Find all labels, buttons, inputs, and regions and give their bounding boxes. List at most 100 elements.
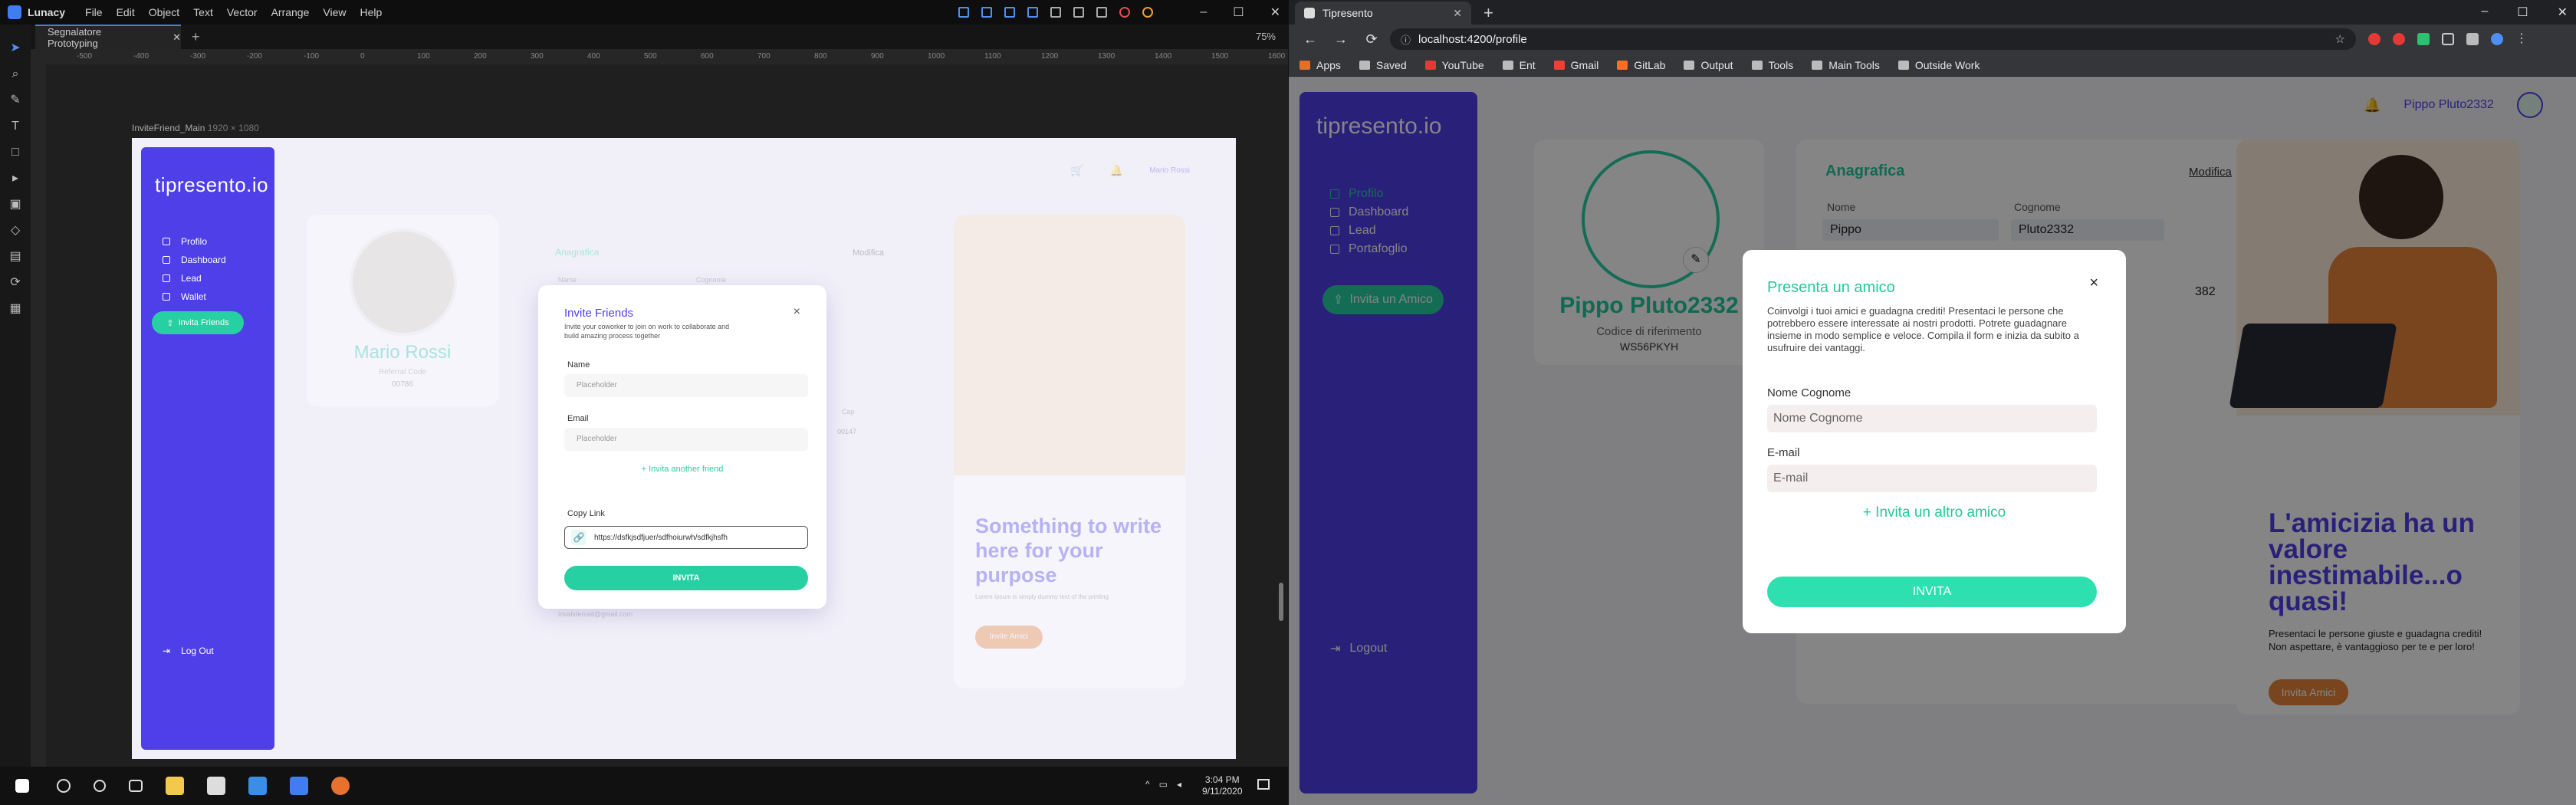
artboard[interactable]: tipresento.io Profilo Dashboard Lead Wal…	[132, 138, 1236, 759]
dark-mode-icon[interactable]	[1096, 7, 1107, 18]
artboard-label[interactable]: InviteFriend_Main 1920 × 1080	[132, 123, 259, 133]
chevron-up-icon[interactable]: ^	[1145, 779, 1150, 790]
component-tool-icon[interactable]: ◇	[8, 224, 22, 238]
notification-icon[interactable]	[1119, 7, 1130, 18]
chrome-toolbar: ← → ⟳ ⓘ localhost:4200/profile ☆ ⋮	[1289, 25, 2576, 54]
windows-start-icon[interactable]	[15, 779, 29, 793]
forward-icon[interactable]: →	[1332, 31, 1350, 48]
network-icon[interactable]: ▭	[1159, 779, 1168, 790]
design-referral-label: Referral Code	[378, 368, 427, 376]
address-bar[interactable]: ⓘ localhost:4200/profile ☆	[1390, 28, 2356, 50]
add-friend-link[interactable]: + Invita un altro amico	[1743, 504, 2126, 521]
bookmark-gitlab[interactable]: GitLab	[1617, 59, 1665, 71]
maximize-icon[interactable]: ☐	[1233, 5, 1244, 20]
distribute-icon[interactable]	[1027, 7, 1038, 18]
cursor-tool-icon[interactable]: ▸	[8, 172, 22, 186]
extension-green-icon[interactable]	[2417, 33, 2430, 45]
bookmark-output[interactable]: Output	[1684, 59, 1733, 71]
toolbar-icons	[958, 0, 1153, 25]
image-tool-icon[interactable]: ▣	[8, 198, 22, 212]
logout-icon: ⇥	[163, 646, 171, 656]
cloud-icon[interactable]	[1142, 7, 1153, 18]
bookmark-gmail[interactable]: Gmail	[1553, 59, 1598, 71]
design-modal-submit: INVITA	[564, 566, 808, 590]
minimize-icon[interactable]: –	[2481, 5, 2488, 20]
new-tab-icon[interactable]: +	[1484, 3, 1493, 23]
extension-dev-icon[interactable]	[2442, 33, 2454, 45]
minimize-icon[interactable]: –	[1200, 5, 1207, 19]
ruler-tick: 400	[587, 52, 600, 61]
bookmark-label: Ent	[1519, 58, 1536, 71]
sync-tool-icon[interactable]: ⟳	[8, 276, 22, 290]
extensions-puzzle-icon[interactable]	[2466, 33, 2479, 45]
ruler-tick: 600	[701, 52, 714, 61]
volume-icon[interactable]: ◂	[1177, 779, 1181, 790]
tab-close-icon[interactable]: ✕	[1453, 7, 1462, 20]
select-tool-icon[interactable]: ➤	[8, 41, 22, 55]
layout-icon[interactable]	[1073, 7, 1084, 18]
zoom-level[interactable]: 75%	[1256, 31, 1276, 42]
bookmark-saved[interactable]: Saved	[1359, 59, 1407, 71]
maximize-icon[interactable]: ☐	[2517, 5, 2528, 20]
menu-file[interactable]: File	[85, 6, 103, 18]
modal-subtitle: Coinvolgi i tuoi amici e guadagna credit…	[1767, 305, 2079, 353]
name-input[interactable]: Nome Cognome	[1767, 405, 2097, 432]
vertical-scrollbar[interactable]	[1279, 583, 1283, 621]
menu-view[interactable]: View	[323, 6, 346, 18]
bookmark-outside-work[interactable]: Outside Work	[1898, 59, 1980, 71]
search-icon[interactable]	[57, 779, 71, 793]
cortana-icon[interactable]	[94, 780, 106, 792]
bookmark-youtube[interactable]: YouTube	[1424, 59, 1484, 71]
tab-close-icon[interactable]: ✕	[172, 31, 181, 44]
notifications-icon[interactable]	[1257, 779, 1270, 790]
menu-edit[interactable]: Edit	[117, 6, 135, 18]
grid-tool-icon[interactable]: ▦	[8, 302, 22, 316]
image-icon[interactable]	[1050, 7, 1061, 18]
new-tab-icon[interactable]: +	[192, 29, 200, 45]
zoom-tool-icon[interactable]: ⌕	[8, 67, 22, 81]
reload-icon[interactable]: ⟳	[1362, 31, 1381, 48]
symbol-tool-icon[interactable]: ▤	[8, 250, 22, 264]
bookmark-star-icon[interactable]: ☆	[2335, 32, 2345, 46]
email-input[interactable]: E-mail	[1767, 465, 2097, 492]
lunacy-taskbar-icon[interactable]	[290, 777, 308, 795]
mail-icon[interactable]	[248, 777, 267, 795]
close-icon[interactable]: ✕	[1270, 5, 1280, 20]
task-view-icon[interactable]	[129, 780, 143, 792]
profile-avatar-icon[interactable]	[2491, 33, 2503, 45]
grid-icon[interactable]	[981, 7, 992, 18]
design-modal-copy-label: Copy Link	[567, 509, 605, 518]
bookmark-apps[interactable]: Apps	[1300, 59, 1341, 71]
store-icon[interactable]	[207, 777, 225, 795]
chrome-menu-icon[interactable]: ⋮	[2515, 33, 2528, 45]
close-icon[interactable]: ×	[2089, 274, 2098, 292]
pen-tool-icon[interactable]: ✎	[8, 94, 22, 107]
file-explorer-icon[interactable]	[166, 777, 184, 795]
back-icon[interactable]: ←	[1301, 31, 1319, 48]
document-tab[interactable]: Segnalatore Prototyping ✕	[35, 25, 181, 49]
taskbar-clock[interactable]: 3:04 PM 9/11/2020	[1202, 774, 1243, 797]
text-tool-icon[interactable]: T	[8, 120, 22, 133]
extension-adblock-icon[interactable]	[2368, 33, 2380, 45]
chrome-tab[interactable]: Tipresento ✕	[1295, 2, 1471, 25]
design-invite-modal: Invite Friends Invite your coworker to j…	[538, 285, 826, 609]
extension-red-icon[interactable]	[2393, 33, 2405, 45]
bookmark-ent[interactable]: Ent	[1502, 58, 1536, 71]
bookmark-main-tools[interactable]: Main Tools	[1812, 59, 1880, 71]
info-icon[interactable]: ⓘ	[1401, 32, 1411, 47]
firefox-icon[interactable]	[331, 777, 350, 795]
submit-button[interactable]: INVITA	[1767, 577, 2097, 607]
menu-vector[interactable]: Vector	[227, 6, 258, 18]
shape-tool-icon[interactable]: □	[8, 146, 22, 159]
menu-object[interactable]: Object	[149, 6, 179, 18]
design-header: 🛒 🔔 Mario Rossi	[1070, 164, 1190, 177]
modal-backdrop[interactable]: Presenta un amico × Coinvolgi i tuoi ami…	[1289, 77, 2576, 805]
close-icon[interactable]: ✕	[2558, 5, 2568, 20]
design-email-value: invalidemail@gmail.com	[558, 610, 633, 618]
menu-text[interactable]: Text	[193, 6, 213, 18]
align-icon[interactable]	[1004, 7, 1015, 18]
bookmark-tools[interactable]: Tools	[1751, 59, 1793, 71]
menu-arrange[interactable]: Arrange	[271, 6, 310, 18]
menu-help[interactable]: Help	[360, 6, 382, 18]
frame-icon[interactable]	[958, 7, 969, 18]
